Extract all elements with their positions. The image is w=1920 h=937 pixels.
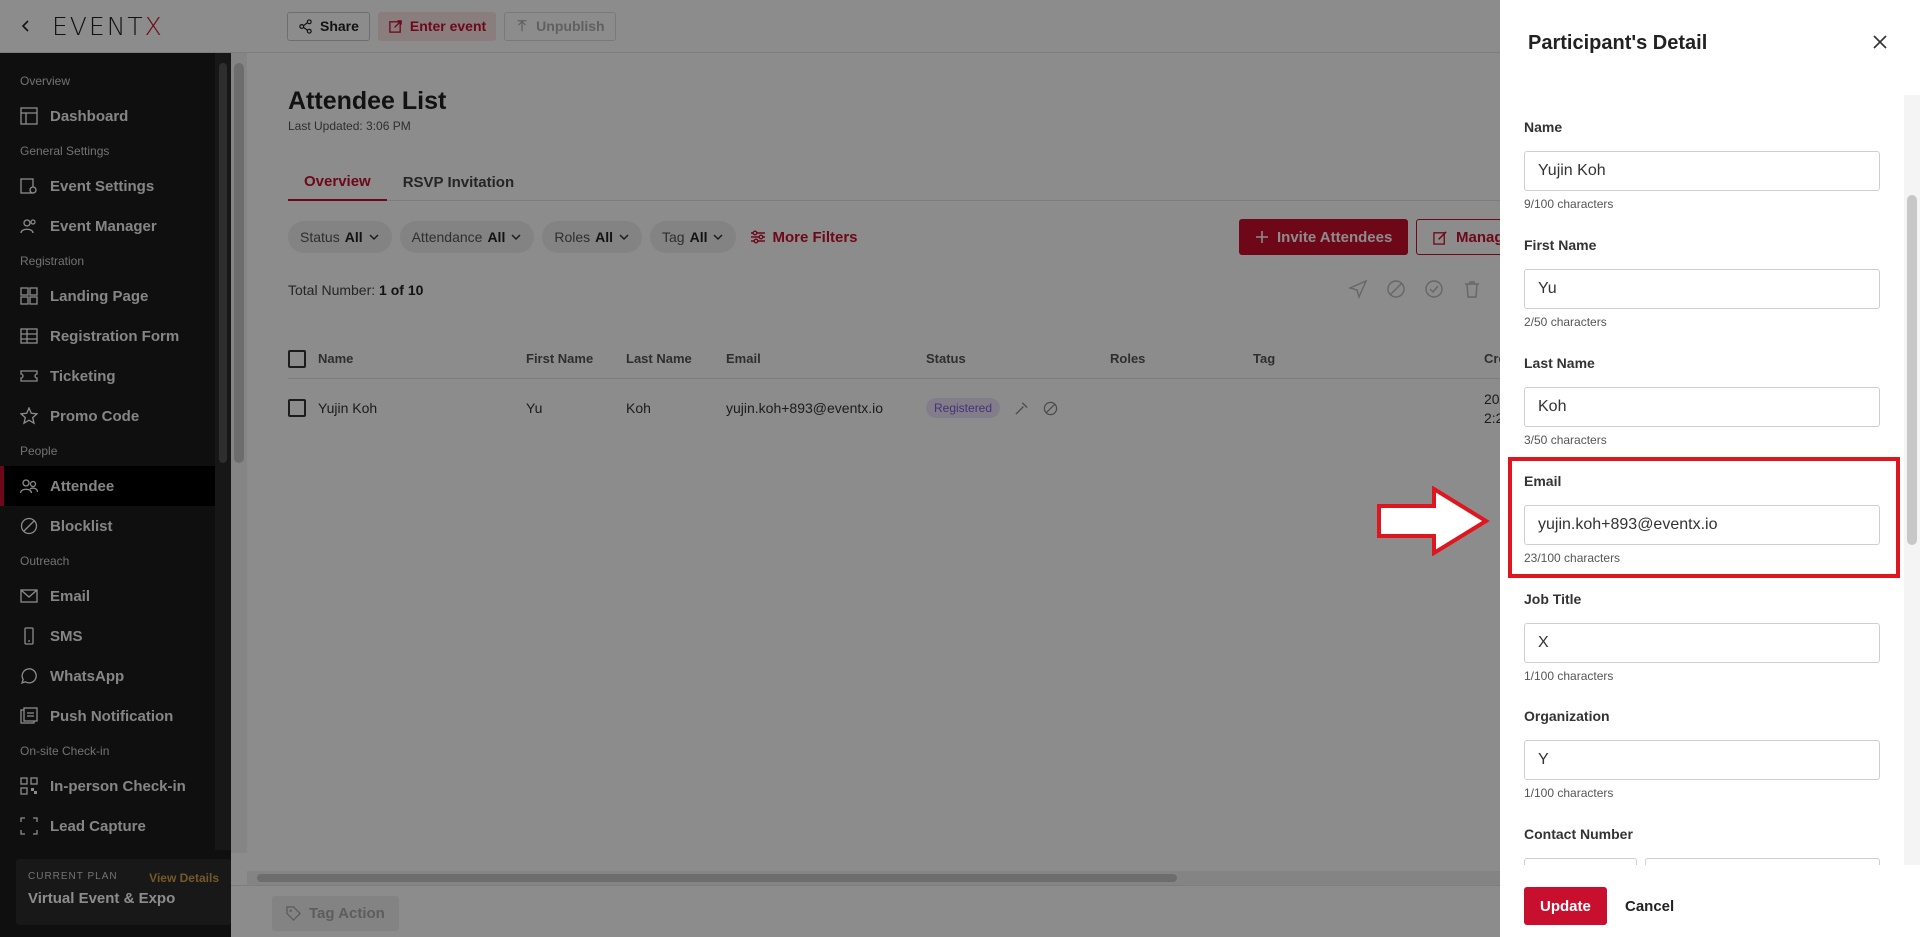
drawer-scroll-thumb[interactable]	[1907, 195, 1917, 545]
drawer-title: Participant's Detail	[1528, 32, 1708, 54]
cancel-button[interactable]: Cancel	[1625, 887, 1674, 925]
update-button[interactable]: Update	[1524, 887, 1607, 925]
last-name-char-count: 3/50 characters	[1524, 433, 1607, 447]
last-name-label: Last Name	[1524, 355, 1595, 371]
name-field-group: Name Yujin Koh 9/100 characters	[1524, 119, 1880, 211]
close-icon	[1873, 35, 1887, 49]
name-char-count: 9/100 characters	[1524, 197, 1614, 211]
drawer-scrollbar[interactable]	[1904, 95, 1920, 865]
email-highlight-box	[1508, 457, 1900, 578]
first-name-char-count: 2/50 characters	[1524, 315, 1607, 329]
app: EVENTX Share Enter event Unpublish Overv…	[0, 0, 1920, 937]
organization-field-group: Organization Y 1/100 characters	[1524, 708, 1880, 800]
contact-number-field-group: Contact Number	[1524, 826, 1880, 865]
job-title-input[interactable]: X	[1524, 623, 1880, 663]
first-name-field-group: First Name Yu 2/50 characters	[1524, 237, 1880, 329]
first-name-label: First Name	[1524, 237, 1597, 253]
organization-label: Organization	[1524, 708, 1610, 724]
last-name-input[interactable]: Koh	[1524, 387, 1880, 427]
organization-input[interactable]: Y	[1524, 740, 1880, 780]
job-title-field-group: Job Title X 1/100 characters	[1524, 591, 1880, 683]
close-button[interactable]	[1872, 34, 1888, 55]
name-input[interactable]: Yujin Koh	[1524, 151, 1880, 191]
contact-number-label: Contact Number	[1524, 826, 1633, 842]
drawer-footer: Update Cancel	[1500, 872, 1920, 937]
job-title-label: Job Title	[1524, 591, 1582, 607]
contact-number-input[interactable]	[1645, 858, 1880, 865]
country-code-select[interactable]	[1524, 858, 1637, 865]
first-name-input[interactable]: Yu	[1524, 269, 1880, 309]
job-title-char-count: 1/100 characters	[1524, 669, 1614, 683]
modal-overlay[interactable]	[0, 0, 1500, 937]
pointer-arrow-icon	[1377, 486, 1490, 556]
last-name-field-group: Last Name Koh 3/50 characters	[1524, 355, 1880, 447]
name-label: Name	[1524, 119, 1563, 135]
organization-char-count: 1/100 characters	[1524, 786, 1614, 800]
